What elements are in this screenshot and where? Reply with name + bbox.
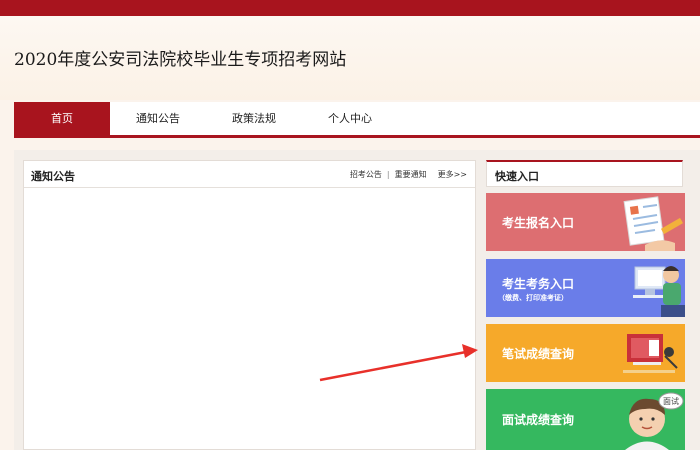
- written-score-query-button[interactable]: 笔试成绩查询: [486, 324, 685, 382]
- notice-panel-title: 通知公告: [31, 170, 75, 183]
- exam-affairs-entry-button[interactable]: 考生考务入口 （缴费、打印准考证）: [486, 259, 685, 317]
- notice-link-recruitment[interactable]: 招考公告: [350, 169, 382, 180]
- notice-panel-header: 通知公告 招考公告 | 重要通知 更多>>: [24, 161, 475, 188]
- exam-affairs-entry-sublabel: （缴费、打印准考证）: [498, 294, 568, 302]
- registration-entry-label: 考生报名入口: [502, 216, 575, 230]
- notice-links: 招考公告 | 重要通知 更多>>: [350, 169, 467, 180]
- written-score-query-label: 笔试成绩查询: [502, 347, 575, 361]
- registration-entry-button[interactable]: 考生报名入口: [486, 193, 685, 251]
- interview-bubble-text: 面试: [663, 396, 679, 406]
- site-title: 2020年度公安司法院校毕业生专项招考网站: [14, 50, 347, 70]
- score-board-icon: [623, 334, 678, 373]
- main-nav: 首页 通知公告 政策法规 个人中心: [14, 102, 700, 138]
- notice-more-link[interactable]: 更多>>: [438, 169, 467, 180]
- interview-person-icon: 面试: [625, 392, 684, 450]
- quick-access-title: 快速入口: [495, 170, 539, 183]
- notice-link-important[interactable]: 重要通知: [395, 169, 427, 180]
- interview-score-query-button[interactable]: 面试成绩查询 面试: [486, 389, 685, 450]
- link-separator: |: [386, 170, 390, 179]
- top-band: [0, 0, 700, 16]
- exam-affairs-entry-label: 考生考务入口: [502, 277, 575, 291]
- quick-access-header: 快速入口: [486, 160, 683, 187]
- person-computer-icon: [633, 266, 685, 317]
- interview-score-query-label: 面试成绩查询: [502, 413, 575, 427]
- notice-panel: 通知公告 招考公告 | 重要通知 更多>>: [23, 160, 476, 450]
- nav-personal-center[interactable]: 个人中心: [302, 102, 398, 135]
- form-document-icon: [623, 196, 684, 251]
- nav-policies[interactable]: 政策法规: [206, 102, 302, 135]
- nav-home[interactable]: 首页: [14, 102, 110, 135]
- nav-notices[interactable]: 通知公告: [110, 102, 206, 135]
